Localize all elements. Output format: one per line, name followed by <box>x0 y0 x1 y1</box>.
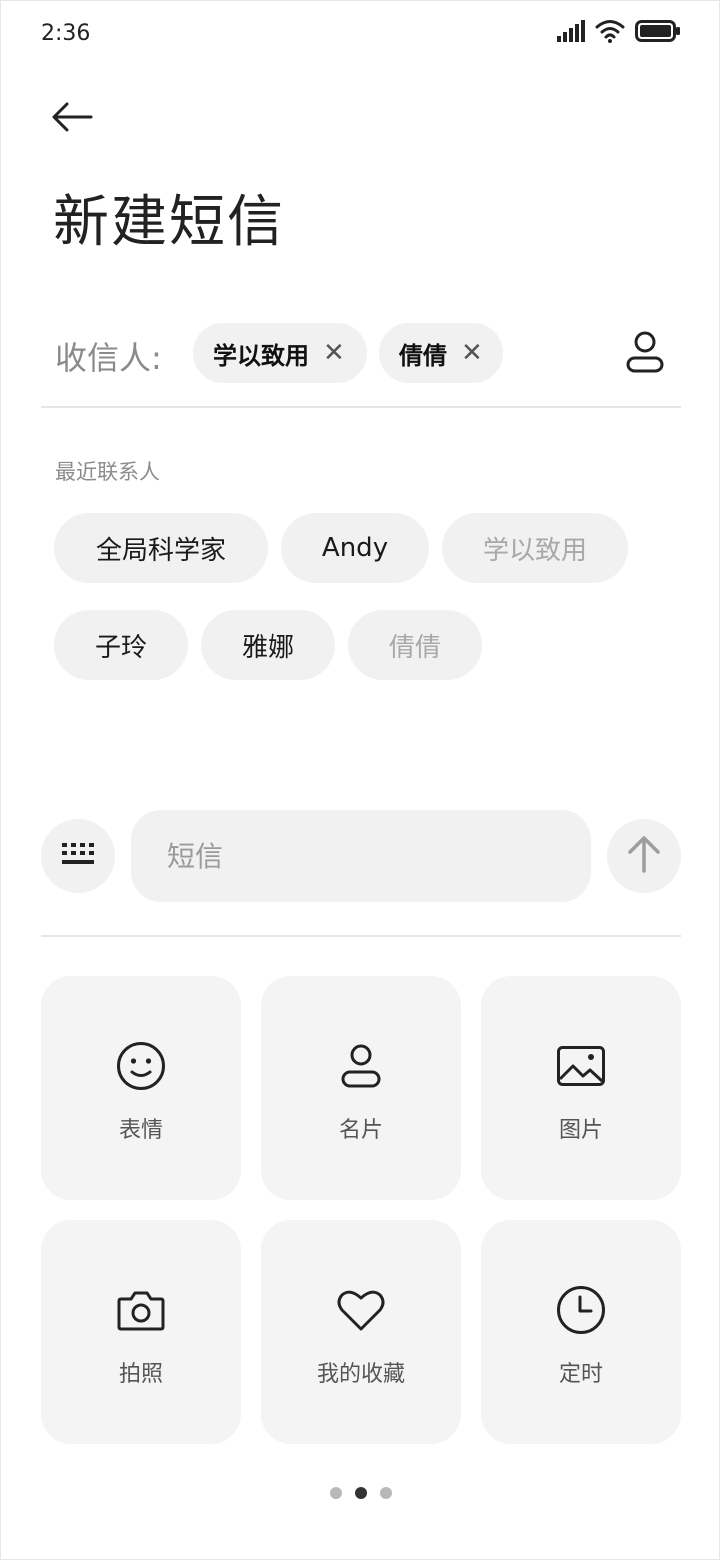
page-indicator <box>1 1487 720 1499</box>
tile-label: 拍照 <box>118 1362 163 1387</box>
attachment-schedule[interactable]: 定时 <box>481 1220 681 1444</box>
battery-icon <box>635 20 681 46</box>
person-icon <box>625 331 665 377</box>
image-icon <box>555 1040 607 1092</box>
status-icons <box>557 19 681 47</box>
attachment-emoji[interactable]: 表情 <box>41 976 241 1200</box>
recipient-row: 收信人: 学以致用 ✕ 倩倩 ✕ <box>41 319 681 389</box>
status-bar: 2:36 <box>1 1 720 65</box>
contact-picker-button[interactable] <box>625 331 665 373</box>
tile-label: 名片 <box>338 1118 383 1143</box>
recipient-chip[interactable]: 学以致用 ✕ <box>193 323 367 383</box>
page-dot[interactable] <box>330 1487 342 1499</box>
tile-label: 我的收藏 <box>316 1362 405 1387</box>
recent-contact[interactable]: Andy <box>281 513 429 583</box>
remove-recipient-icon[interactable]: ✕ <box>323 338 345 368</box>
recent-contact[interactable]: 全局科学家 <box>54 513 268 583</box>
recipient-chip[interactable]: 倩倩 ✕ <box>379 323 503 383</box>
page-dot[interactable] <box>380 1487 392 1499</box>
recent-contact[interactable]: 子玲 <box>54 610 188 680</box>
compose-row <box>41 810 681 902</box>
clock-icon <box>555 1284 607 1336</box>
attachment-favorites[interactable]: 我的收藏 <box>261 1220 461 1444</box>
signal-icon <box>557 20 585 46</box>
page-dot-active[interactable] <box>355 1487 367 1499</box>
arrow-left-icon <box>51 101 93 137</box>
keyboard-toggle-button[interactable] <box>41 819 115 893</box>
recipient-chip-name: 倩倩 <box>399 341 447 370</box>
tile-label: 表情 <box>118 1118 163 1143</box>
back-button[interactable] <box>51 97 107 141</box>
camera-icon <box>115 1284 167 1336</box>
contact-card-icon <box>335 1040 387 1092</box>
recent-contact[interactable]: 倩倩 <box>348 610 482 680</box>
message-input[interactable] <box>131 810 591 902</box>
wifi-icon <box>595 19 625 47</box>
recipient-label: 收信人: <box>55 339 162 377</box>
attachment-camera[interactable]: 拍照 <box>41 1220 241 1444</box>
arrow-up-icon <box>627 835 661 877</box>
recipient-chip-name: 学以致用 <box>213 341 309 370</box>
recent-contact[interactable]: 雅娜 <box>201 610 335 680</box>
tile-label: 定时 <box>558 1362 603 1387</box>
heart-icon <box>335 1284 387 1336</box>
recent-contacts-label: 最近联系人 <box>55 460 160 484</box>
compose-divider <box>41 935 681 937</box>
attachment-contact-card[interactable]: 名片 <box>261 976 461 1200</box>
recipient-divider <box>41 406 681 408</box>
keyboard-icon <box>62 841 94 871</box>
attachment-image[interactable]: 图片 <box>481 976 681 1200</box>
send-button[interactable] <box>607 819 681 893</box>
smiley-icon <box>115 1040 167 1092</box>
page-title: 新建短信 <box>53 190 285 255</box>
remove-recipient-icon[interactable]: ✕ <box>461 338 483 368</box>
status-time: 2:36 <box>41 21 91 46</box>
recent-contact[interactable]: 学以致用 <box>442 513 628 583</box>
tile-label: 图片 <box>558 1118 603 1143</box>
